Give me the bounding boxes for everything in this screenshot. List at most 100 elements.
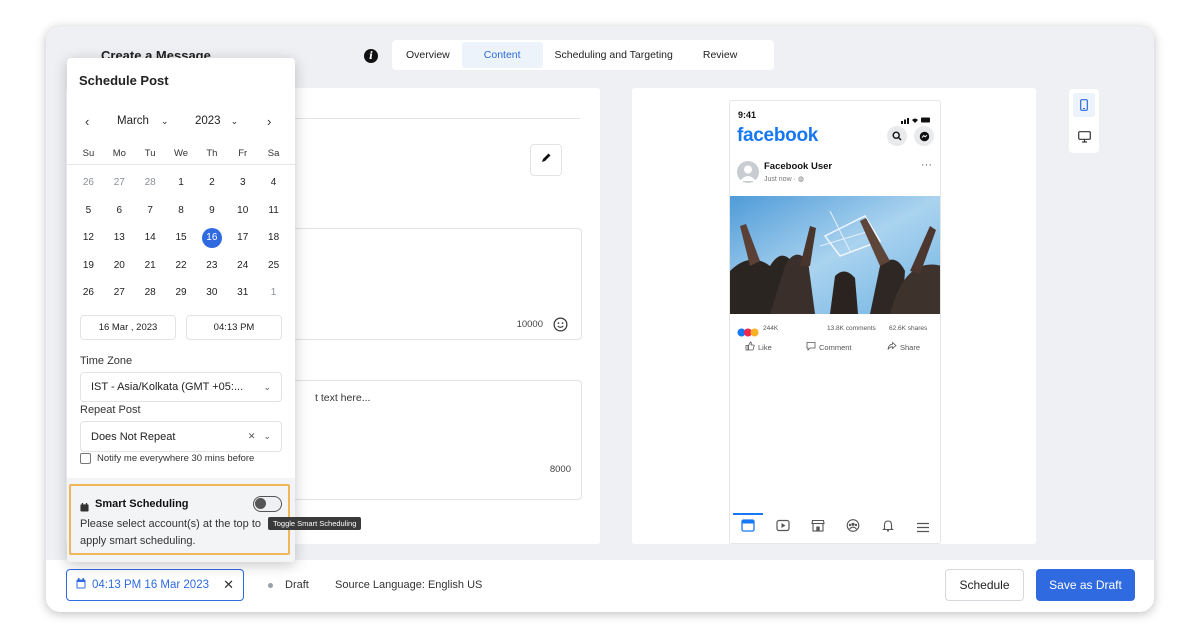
calendar-day[interactable]: 13 (104, 232, 135, 243)
next-month-button[interactable]: › (267, 114, 271, 129)
calendar-day[interactable]: 7 (135, 205, 166, 216)
message-text-area[interactable]: 10000 (266, 228, 582, 340)
thumbs-up-icon (745, 341, 755, 353)
calendar-day[interactable]: 12 (73, 232, 104, 243)
comment-count: 13.8K comments (827, 325, 876, 332)
text-counter: 10000 (516, 319, 543, 330)
notify-checkbox[interactable] (80, 453, 91, 464)
tab-scheduling-and-targeting[interactable]: Scheduling and Targeting (543, 42, 685, 68)
tab-overview[interactable]: Overview (394, 42, 462, 68)
divider (266, 118, 580, 119)
weekday-label: Sa (267, 147, 280, 159)
year-label: 2023 (195, 115, 221, 127)
calendar-day[interactable]: 3 (227, 177, 258, 188)
share-icon (887, 341, 897, 353)
status-time: 9:41 (738, 110, 757, 120)
calendar-day[interactable]: 23 (196, 260, 227, 271)
calendar-day[interactable]: 24 (227, 260, 258, 271)
calendar-day[interactable]: 8 (166, 205, 197, 216)
calendar-day[interactable]: 30 (196, 287, 227, 298)
like-action[interactable]: Like (745, 341, 772, 353)
comment-action[interactable]: Comment (806, 341, 852, 353)
calendar-day[interactable]: 6 (104, 205, 135, 216)
smart-scheduling-toggle[interactable] (253, 496, 282, 512)
share-label: Share (900, 342, 921, 352)
schedule-button[interactable]: Schedule (945, 569, 1024, 601)
share-action[interactable]: Share (887, 341, 920, 353)
timezone-select[interactable]: IST - Asia/Kolkata (GMT +05:... ⌄ (80, 372, 282, 402)
chevron-down-icon: ⌄ (263, 381, 271, 392)
calendar-day[interactable]: 1 (258, 287, 289, 298)
repeat-select[interactable]: Does Not Repeat ✕ ⌄ (80, 421, 282, 452)
weekday-header: Su Mo Tu We Th Fr Sa (73, 144, 289, 162)
marketplace-icon[interactable] (811, 519, 825, 537)
chevron-down-icon: ⌄ (160, 115, 169, 126)
text-placeholder: t text here... (315, 392, 371, 404)
save-as-draft-button[interactable]: Save as Draft (1036, 569, 1135, 601)
calendar-day[interactable]: 16 (196, 227, 227, 248)
calendar-day[interactable]: 28 (135, 177, 166, 188)
device-toggle (1069, 89, 1099, 153)
calendar-day[interactable]: 10 (227, 205, 258, 216)
calendar-day[interactable]: 5 (73, 205, 104, 216)
calendar-day[interactable]: 26 (73, 177, 104, 188)
smart-scheduling-title: Smart Scheduling (95, 498, 189, 510)
nav-indicator (733, 513, 763, 515)
calendar-day[interactable]: 28 (135, 287, 166, 298)
month-select[interactable]: March ⌄ (117, 115, 169, 127)
groups-icon[interactable] (846, 519, 860, 537)
calendar-day[interactable]: 14 (135, 232, 166, 243)
close-icon[interactable]: ✕ (223, 577, 234, 593)
calendar-day[interactable]: 9 (196, 205, 227, 216)
more-options-icon[interactable]: ··· (921, 159, 932, 171)
year-select[interactable]: 2023 ⌄ (195, 115, 238, 127)
bell-icon[interactable] (881, 519, 895, 537)
calendar-day[interactable]: 1 (166, 177, 197, 188)
schedule-chip[interactable]: 04:13 PM 16 Mar 2023 ✕ (66, 569, 244, 601)
edit-button[interactable] (530, 144, 562, 176)
timezone-value: IST - Asia/Kolkata (GMT +05:... (91, 381, 244, 393)
calendar-day[interactable]: 22 (166, 260, 197, 271)
messenger-icon[interactable] (914, 126, 934, 146)
weekday-label: Su (82, 147, 95, 159)
calendar-day[interactable]: 19 (73, 260, 104, 271)
weekday-label: Fr (238, 147, 248, 159)
calendar-day[interactable]: 2 (196, 177, 227, 188)
notify-checkbox-row[interactable]: Notify me everywhere 30 mins before (80, 453, 254, 464)
clear-icon[interactable]: ✕ (248, 431, 256, 442)
calendar-day[interactable]: 26 (73, 287, 104, 298)
home-icon[interactable] (741, 519, 755, 537)
timezone-label: Time Zone (80, 355, 133, 367)
tab-review[interactable]: Review (685, 42, 755, 68)
notify-label: Notify me everywhere 30 mins before (97, 453, 255, 464)
calendar-day[interactable]: 27 (104, 177, 135, 188)
calendar-day[interactable]: 11 (258, 205, 289, 216)
search-icon[interactable] (887, 126, 907, 146)
time-input[interactable]: 04:13 PM (186, 315, 282, 340)
calendar-day[interactable]: 27 (104, 287, 135, 298)
calendar-day[interactable]: 31 (227, 287, 258, 298)
calendar-week: 26 27 28 1 2 3 4 (73, 169, 289, 197)
video-icon[interactable] (776, 519, 790, 537)
weekday-label: We (173, 147, 189, 159)
prev-month-button[interactable]: ‹ (85, 114, 89, 129)
date-input[interactable]: 16 Mar , 2023 (80, 315, 176, 340)
calendar-day[interactable]: 21 (135, 260, 166, 271)
reaction-icons (737, 324, 761, 342)
calendar-day[interactable]: 15 (166, 232, 197, 243)
comment-text-area[interactable]: t text here... 8000 (266, 380, 582, 500)
info-icon[interactable]: i (364, 49, 378, 63)
calendar-day[interactable]: 29 (166, 287, 197, 298)
toggle-tooltip: Toggle Smart Scheduling (268, 517, 362, 530)
footer-bar: 04:13 PM 16 Mar 2023 ✕ Draft Source Lang… (46, 560, 1154, 612)
mobile-icon[interactable] (1073, 93, 1095, 117)
menu-icon[interactable] (916, 520, 930, 538)
tab-content[interactable]: Content (461, 42, 543, 68)
calendar-day[interactable]: 25 (258, 260, 289, 271)
calendar-day[interactable]: 4 (258, 177, 289, 188)
calendar-day[interactable]: 20 (104, 260, 135, 271)
desktop-icon[interactable] (1073, 125, 1095, 149)
calendar-day[interactable]: 17 (227, 232, 258, 243)
emoji-icon[interactable] (553, 317, 568, 332)
calendar-day[interactable]: 18 (258, 232, 289, 243)
